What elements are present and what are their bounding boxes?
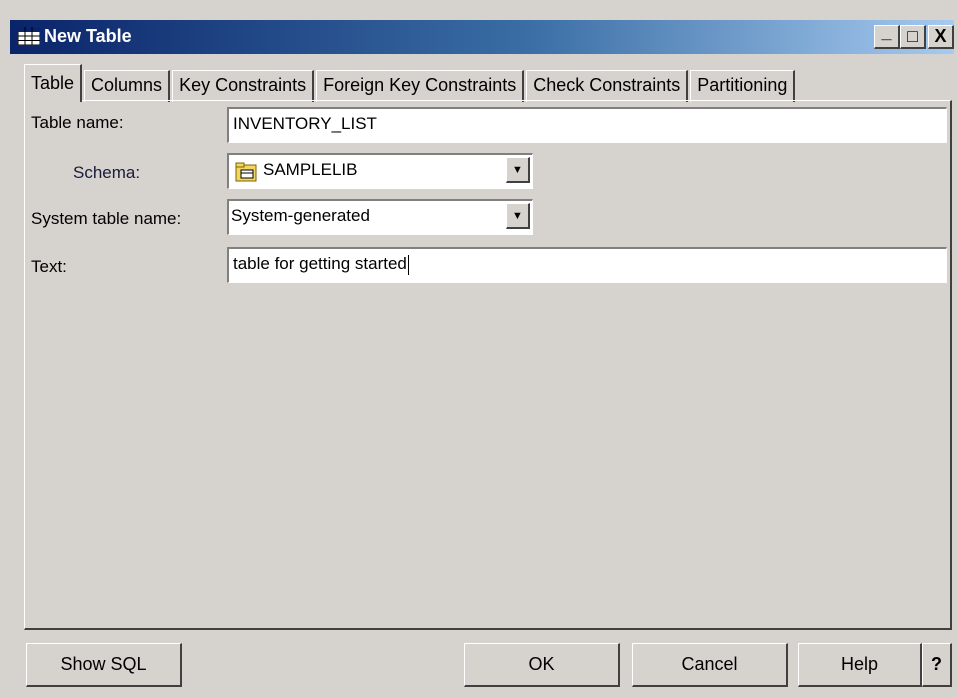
tab-strip: Table Columns Key Constraints Foreign Ke… bbox=[24, 64, 797, 102]
text-cursor bbox=[407, 254, 409, 275]
tab-foreign-key-constraints[interactable]: Foreign Key Constraints bbox=[316, 70, 525, 102]
ok-button[interactable]: OK bbox=[464, 643, 620, 687]
close-button[interactable]: X bbox=[928, 25, 954, 49]
schema-label: Schema: bbox=[73, 163, 141, 182]
tab-key-constraints[interactable]: Key Constraints bbox=[172, 70, 315, 102]
show-sql-button[interactable]: Show SQL bbox=[26, 643, 182, 687]
table-icon bbox=[18, 27, 40, 45]
tab-table[interactable]: Table bbox=[24, 64, 83, 102]
table-name-input[interactable]: INVENTORY_LIST bbox=[227, 107, 947, 143]
whats-this-button[interactable]: ? bbox=[922, 643, 952, 687]
tab-partitioning[interactable]: Partitioning bbox=[690, 70, 796, 102]
text-input-value: table for getting started bbox=[233, 254, 407, 273]
schema-value: SAMPLELIB bbox=[263, 160, 358, 179]
system-table-name-dropdown-button[interactable]: ▼ bbox=[506, 203, 530, 229]
minimize-button[interactable]: _ bbox=[874, 22, 900, 49]
cancel-button[interactable]: Cancel bbox=[632, 643, 788, 687]
close-icon: X bbox=[934, 26, 947, 46]
maximize-button[interactable]: □ bbox=[900, 25, 926, 49]
schema-dropdown-button[interactable]: ▼ bbox=[506, 157, 530, 183]
schema-select[interactable]: SAMPLELIB ▼ bbox=[227, 153, 533, 189]
help-button[interactable]: Help bbox=[798, 643, 922, 687]
window-title: New Table bbox=[44, 26, 132, 46]
tab-check-constraints[interactable]: Check Constraints bbox=[526, 70, 689, 102]
text-input[interactable]: table for getting started bbox=[227, 247, 947, 283]
new-table-dialog: New Table _ □ X Table Columns Key Constr… bbox=[0, 0, 958, 698]
folder-library-icon bbox=[235, 162, 257, 182]
chevron-down-icon: ▼ bbox=[512, 163, 523, 176]
system-table-name-select[interactable]: System-generated ▼ bbox=[227, 199, 533, 235]
table-tab-panel: Table name: INVENTORY_LIST Schema: SAMPL… bbox=[24, 100, 952, 630]
title-bar[interactable]: New Table _ □ X bbox=[10, 20, 954, 54]
minimize-icon: _ bbox=[881, 22, 892, 42]
table-name-label: Table name: bbox=[31, 113, 124, 132]
system-table-name-value: System-generated bbox=[231, 206, 370, 225]
maximize-icon: □ bbox=[907, 26, 918, 46]
chevron-down-icon: ▼ bbox=[512, 209, 523, 222]
tab-columns[interactable]: Columns bbox=[84, 70, 171, 102]
system-table-name-label: System table name: bbox=[31, 209, 182, 228]
text-label: Text: bbox=[31, 257, 67, 276]
